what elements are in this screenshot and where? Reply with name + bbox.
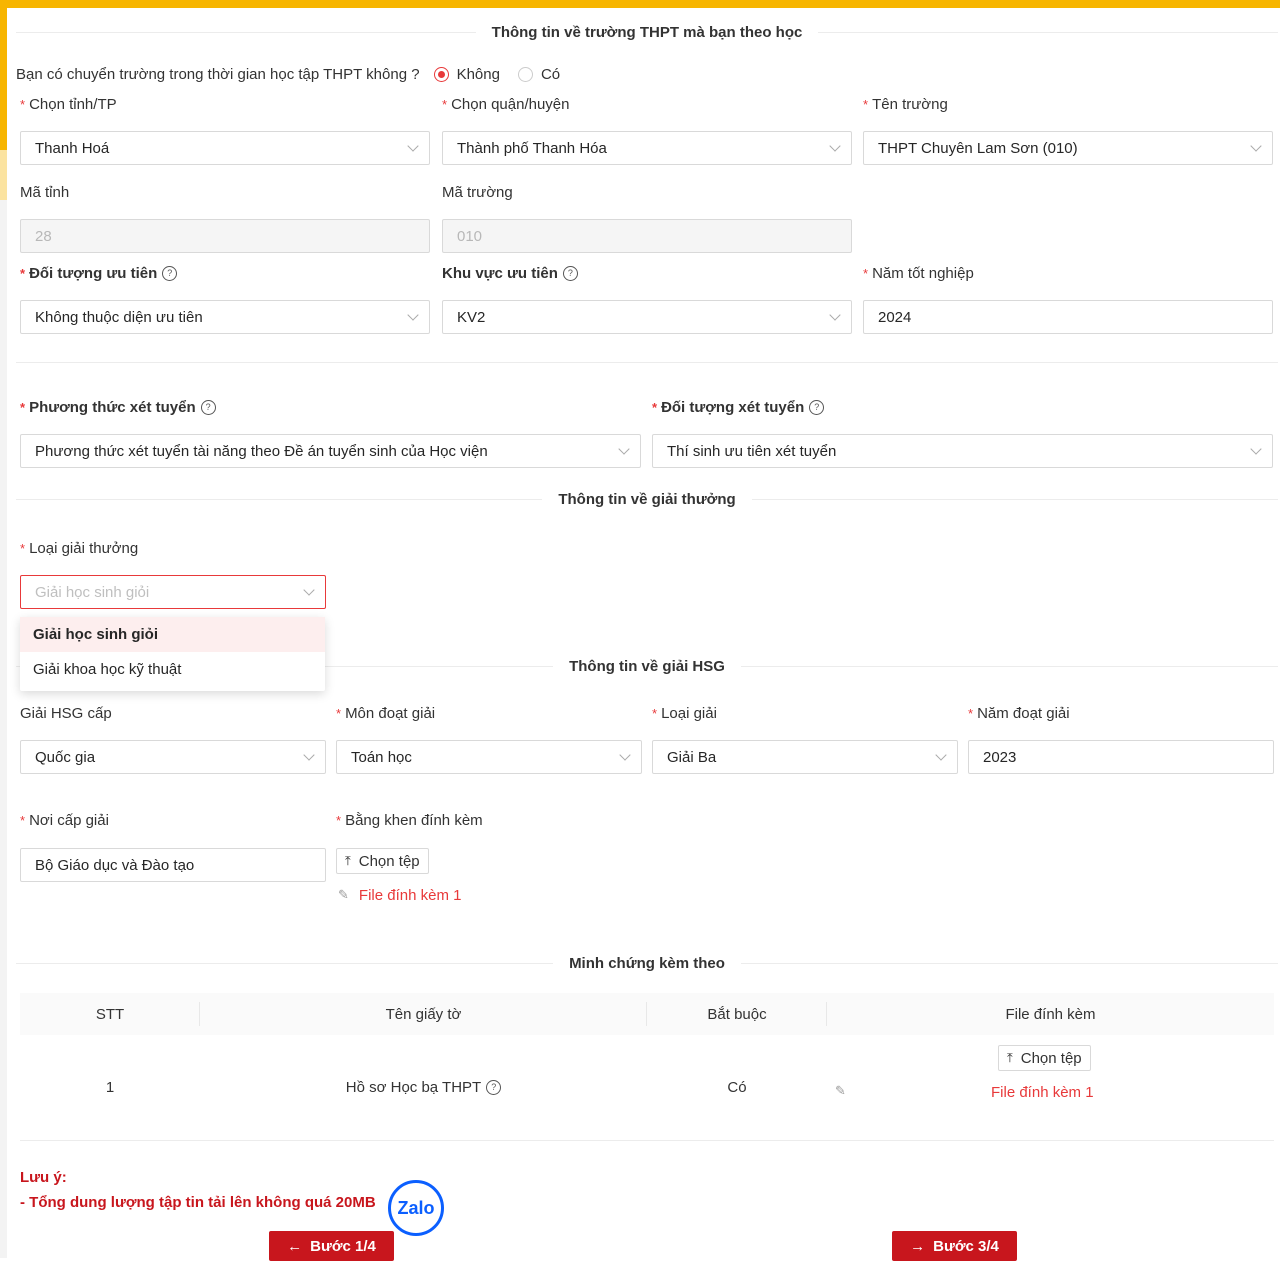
certificate-file-link[interactable]: ✎ File đính kèm 1 [338,885,461,905]
col-required: Bắt buộc [707,1005,767,1023]
evidence-section-title: Minh chứng kèm theo [16,952,1278,974]
table-bottom-border [20,1140,1274,1141]
subject-select[interactable]: Toán học [336,740,642,774]
help-icon[interactable]: ? [562,265,578,281]
next-step-button[interactable]: → Bước 3/4 [892,1231,1017,1261]
radio-yes[interactable] [517,66,533,82]
certificate-upload-button[interactable]: ⤒ Chọn tệp [336,848,429,874]
school-select[interactable]: THPT Chuyên Lam Sơn (010) [863,131,1273,165]
chevron-down-icon [619,749,631,761]
chevron-down-icon [1250,443,1262,455]
evidence-upload-button[interactable]: ⤒ Chọn tệp [998,1045,1091,1071]
priority-area-select[interactable]: KV2 [442,300,852,334]
chevron-down-icon [407,309,419,321]
priority-group-label: * Đối tượng ưu tiên? [20,263,178,283]
school-section-title: Thông tin về trường THPT mà bạn theo học [16,21,1278,43]
prize-select[interactable]: Giải Ba [652,740,958,774]
district-select[interactable]: Thành phố Thanh Hóa [442,131,852,165]
table-row: 1 Hồ sơ Học bạ THPT? Có ✎ ⤒ Chọn tệp File… [20,1035,1274,1139]
radio-no-label[interactable]: Không [457,66,500,83]
award-section-title: Thông tin về giải thưởng [16,488,1278,510]
zalo-chat-icon[interactable]: Zalo [388,1180,444,1236]
arrow-left-icon: ← [287,1237,303,1255]
row-required: Có [727,1078,747,1096]
note-title: Lưu ý: [20,1169,67,1186]
chevron-down-icon [1250,140,1262,152]
award-type-label: * Loại giải thưởng [20,539,139,557]
chevron-down-icon [303,584,315,596]
section-divider [16,362,1278,363]
evidence-file-link[interactable]: File đính kèm 1 [991,1082,1094,1102]
radio-no[interactable] [433,66,449,82]
help-icon[interactable]: ? [809,399,825,415]
award-type-dropdown: Giải học sinh giỏi Giải khoa học kỹ thuậ… [20,617,325,691]
award-type-select[interactable]: Giải học sinh giỏi [20,575,326,609]
chevron-down-icon [303,749,315,761]
radio-yes-label[interactable]: Có [541,66,560,83]
priority-group-select[interactable]: Không thuộc diện ưu tiên [20,300,430,334]
row-name: Hồ sơ Học bạ THPT? [200,1035,647,1139]
province-select[interactable]: Thanh Hoá [20,131,430,165]
province-code-field: 28 [20,219,430,253]
top-decor-stripe [0,0,1280,8]
method-label: * Phương thức xét tuyển? [20,397,216,417]
help-icon[interactable]: ? [200,399,216,415]
chevron-down-icon [618,443,630,455]
graduation-year-input[interactable]: 2024 [863,300,1273,334]
prize-label: * Loại giải [652,704,717,722]
target-select[interactable]: Thí sinh ưu tiên xét tuyển [652,434,1273,468]
province-code-label: Mã tỉnh [20,183,70,201]
school-code-field: 010 [442,219,852,253]
col-file: File đính kèm [1005,1005,1096,1023]
school-code-label: Mã trường [442,183,513,201]
chevron-down-icon [829,140,841,152]
chevron-down-icon [829,309,841,321]
note-text: - Tổng dung lượng tập tin tải lên không … [20,1194,376,1211]
hsg-level-label: Giải HSG cấp [20,704,112,722]
col-stt: STT [95,1005,125,1023]
certificate-label: * Bằng khen đính kèm [336,811,483,829]
upload-icon: ⤒ [1007,1050,1013,1065]
chevron-down-icon [935,749,947,761]
chevron-down-icon [407,140,419,152]
left-decor-stripe [0,0,7,1258]
transfer-question: Bạn có chuyển trường trong thời gian học… [16,65,561,83]
paperclip-icon: ✎ [835,1083,846,1098]
subject-label: * Môn đoạt giải [336,704,436,722]
dropdown-option-khkt[interactable]: Giải khoa học kỹ thuật [20,652,325,687]
award-year-label: * Năm đoạt giải [968,704,1070,722]
help-icon[interactable]: ? [486,1079,502,1095]
arrow-right-icon: → [910,1237,926,1255]
upload-icon: ⤒ [345,853,351,868]
province-label: * Chọn tỉnh/TP [20,95,117,113]
hsg-level-select[interactable]: Quốc gia [20,740,326,774]
paperclip-icon: ✎ [338,887,349,902]
help-icon[interactable]: ? [162,265,178,281]
method-select[interactable]: Phương thức xét tuyển tài năng theo Đề á… [20,434,641,468]
prev-step-button[interactable]: ← Bước 1/4 [269,1231,394,1261]
col-name: Tên giấy tờ [385,1005,462,1023]
priority-area-label: Khu vực ưu tiên? [442,263,578,283]
school-label: * Tên trường [863,95,948,113]
district-label: * Chọn quận/huyện [442,95,570,113]
target-label: * Đối tượng xét tuyển? [652,397,825,417]
row-stt: 1 [105,1078,115,1096]
issuer-input[interactable]: Bộ Giáo dục và Đào tạo [20,848,326,882]
award-year-input[interactable]: 2023 [968,740,1274,774]
graduation-year-label: * Năm tốt nghiệp [863,264,974,282]
issuer-label: * Nơi cấp giải [20,811,109,829]
dropdown-option-hsg[interactable]: Giải học sinh giỏi [20,617,325,652]
